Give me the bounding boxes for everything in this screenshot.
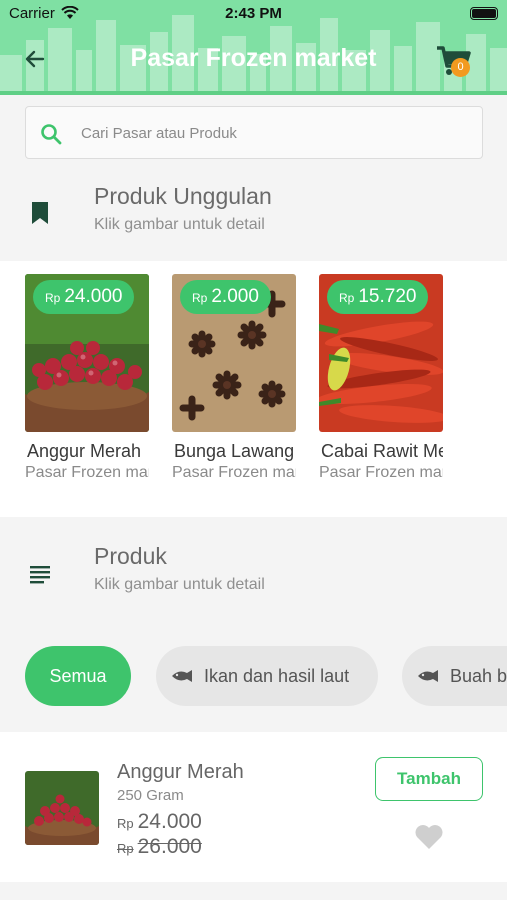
page-title: Pasar Frozen market [130, 44, 377, 72]
category-label: Semua [49, 665, 107, 686]
currency-label: Rp [117, 816, 134, 831]
product-name: Anggur Merah [117, 761, 244, 783]
battery-icon [470, 7, 498, 20]
market-name: Pasar Frozen market [319, 464, 443, 481]
price-tag: Rp 2.000 [180, 280, 271, 314]
category-label: Buah buahan [450, 665, 507, 686]
currency-label: Rp [192, 291, 208, 305]
list-item[interactable]: Anggur Merah 250 Gram Rp 24.000 Rp 26.000 … [0, 732, 507, 882]
category-filter-bar[interactable]: Semua Ikan dan hasil laut Buah buahan [0, 632, 507, 732]
currency-label: Rp [339, 291, 355, 305]
product-price: Rp 24.000 [117, 810, 202, 834]
category-chip-fruits[interactable]: Buah buahan [402, 646, 507, 706]
fish-icon [172, 670, 192, 682]
products-section-header: Produk Klik gambar untuk detail [0, 530, 507, 620]
currency-label: Rp [117, 841, 134, 856]
featured-card[interactable]: Rp 24.000 Anggur Merah Pasar Frozen mark… [25, 274, 149, 484]
product-old-price: Rp 26.000 [117, 835, 202, 859]
search-icon [41, 124, 62, 145]
bookmark-icon [32, 202, 48, 224]
products-title: Produk [94, 543, 167, 569]
product-name: Bunga Lawang [174, 441, 295, 461]
price-tag: Rp 15.720 [327, 280, 429, 314]
price-value: 15.720 [358, 286, 417, 307]
products-subtitle: Klik gambar untuk detail [94, 576, 265, 593]
featured-section-header: Produk Unggulan Klik gambar untuk detail [0, 170, 507, 260]
clock: 2:43 PM [225, 5, 282, 22]
featured-card[interactable]: Rp 2.000 Bunga Lawang Pasar Frozen marke… [172, 274, 296, 484]
featured-card[interactable]: Rp 15.720 Cabai Rawit Merah Pasar Frozen… [319, 274, 443, 484]
market-name: Pasar Frozen market [25, 464, 149, 481]
old-price-value: 26.000 [137, 835, 202, 858]
category-chip-seafood[interactable]: Ikan dan hasil laut [156, 646, 378, 706]
search-section [0, 95, 507, 170]
search-bar[interactable] [25, 106, 483, 159]
market-name: Pasar Frozen market [172, 464, 296, 481]
list-icon [30, 566, 50, 584]
featured-subtitle: Klik gambar untuk detail [94, 216, 265, 233]
product-thumbnail[interactable] [25, 771, 99, 845]
currency-label: Rp [45, 291, 61, 305]
price-value: 24.000 [137, 810, 202, 833]
heart-icon[interactable] [414, 823, 444, 851]
status-bar: Carrier 2:43 PM [0, 0, 507, 28]
price-value: 2.000 [211, 286, 259, 307]
search-input[interactable] [81, 119, 461, 147]
fish-icon [418, 670, 438, 682]
app-header: Carrier 2:43 PM Pasar Frozen market 0 [0, 0, 507, 95]
category-chip-all[interactable]: Semua [25, 646, 131, 706]
featured-products-carousel[interactable]: Rp 24.000 Anggur Merah Pasar Frozen mark… [0, 261, 507, 517]
cart-count-badge: 0 [451, 58, 470, 77]
product-weight: 250 Gram [117, 787, 184, 804]
featured-title: Produk Unggulan [94, 183, 272, 209]
category-label: Ikan dan hasil laut [204, 665, 350, 686]
price-value: 24.000 [64, 286, 123, 307]
price-tag: Rp 24.000 [33, 280, 135, 314]
product-name: Anggur Merah [27, 441, 142, 461]
product-name: Cabai Rawit Merah [321, 441, 443, 461]
add-to-cart-button[interactable]: Tambah [375, 757, 483, 801]
